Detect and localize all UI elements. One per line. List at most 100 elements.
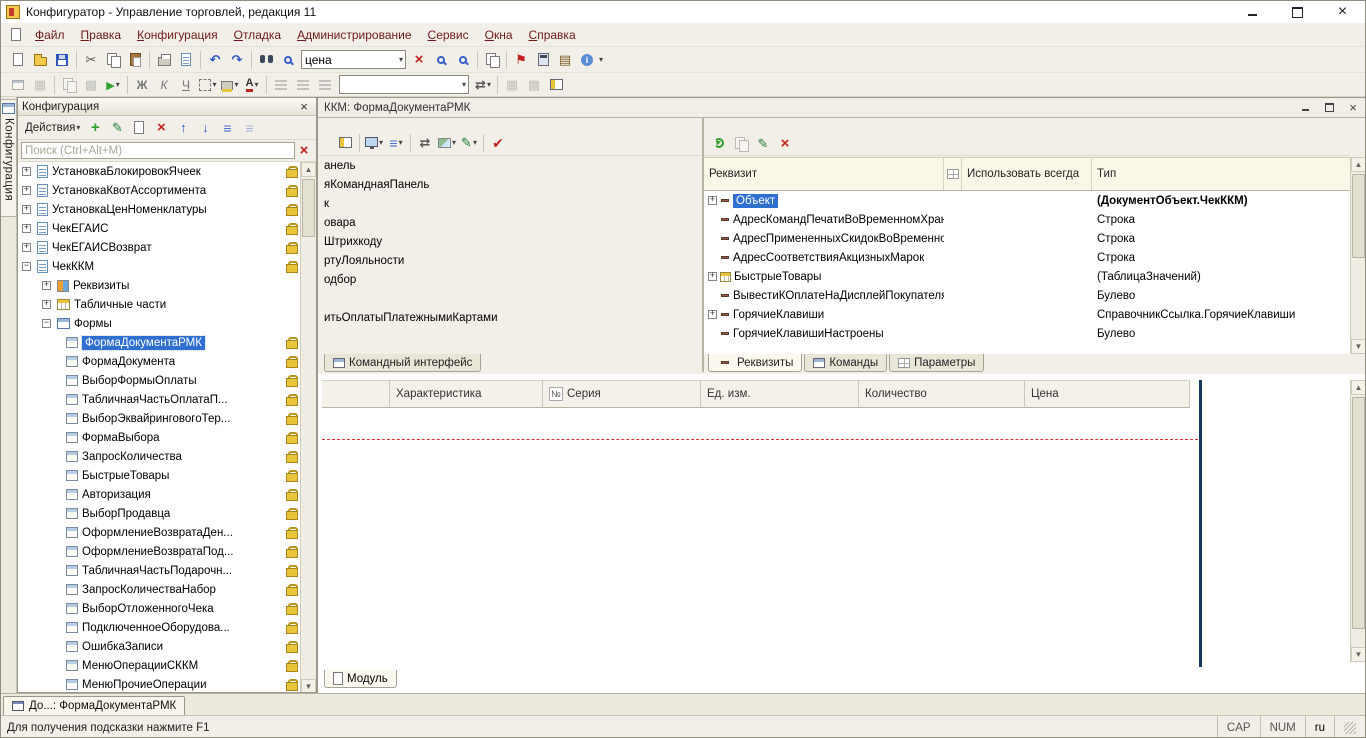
tree-search-input[interactable]	[21, 142, 295, 159]
actions-menu-button[interactable]: Действия	[21, 120, 84, 136]
main-attribute-column-icon[interactable]	[944, 158, 962, 190]
attribute-row[interactable]: ВывестиКОплатеНаДисплейПокупателя Булево	[704, 286, 1350, 305]
form-tree-item[interactable]: овара	[318, 213, 702, 232]
tree-item[interactable]: ЧекЕГАИС	[18, 219, 316, 238]
copy-icon[interactable]	[102, 50, 124, 70]
tree-item[interactable]: Реквизиты	[18, 276, 316, 295]
document-menu-icon[interactable]	[5, 25, 27, 45]
check-form-icon[interactable]	[487, 133, 509, 153]
scrollbar-thumb[interactable]	[1352, 397, 1365, 629]
tree-item[interactable]: ОформлениеВозвратаПод...	[18, 542, 316, 561]
attribute-row[interactable]: АдресКомандПечатиВоВременномХрани... Стр…	[704, 210, 1350, 229]
expand-icon[interactable]	[708, 272, 717, 281]
grid-view-icon[interactable]	[501, 75, 523, 95]
expand-icon[interactable]	[708, 196, 717, 205]
expand-icon[interactable]	[22, 205, 31, 214]
copy-attribute-icon[interactable]	[730, 133, 752, 153]
expand-icon[interactable]	[22, 186, 31, 195]
layers-icon[interactable]	[523, 75, 545, 95]
font-color-icon[interactable]: А	[241, 75, 263, 95]
doc-minimize-button[interactable]	[1298, 102, 1312, 114]
windows-panel-icon[interactable]	[29, 75, 51, 95]
tree-item[interactable]: ЗапросКоличестваНабор	[18, 580, 316, 599]
scroll-down-icon[interactable]: ▼	[301, 679, 316, 692]
tree-item[interactable]: ЧекККМ	[18, 257, 316, 276]
close-button[interactable]	[1320, 1, 1365, 23]
form-tree-item[interactable]: яКоманднаяПанель	[318, 175, 702, 194]
column-attribute[interactable]: Реквизит	[704, 158, 944, 190]
undo-icon[interactable]	[204, 50, 226, 70]
align-center-icon[interactable]	[292, 75, 314, 95]
borders-icon[interactable]	[197, 75, 219, 95]
edit-icon[interactable]	[106, 118, 128, 138]
tree-item[interactable]: ОшибкаЗаписи	[18, 637, 316, 656]
image-icon[interactable]	[436, 133, 458, 153]
db-config-icon[interactable]	[80, 75, 102, 95]
tab-attributes[interactable]: Реквизиты	[708, 354, 803, 372]
underline-icon[interactable]: Ч	[175, 75, 197, 95]
tab-commands[interactable]: Команды	[804, 354, 888, 372]
preview-col-series[interactable]: № Серия	[543, 380, 701, 408]
new-document-icon[interactable]	[7, 50, 29, 70]
scroll-up-icon[interactable]: ▲	[1351, 380, 1365, 395]
syntax-check-icon[interactable]	[510, 50, 532, 70]
delete-attribute-icon[interactable]	[774, 133, 796, 153]
tree-item[interactable]: ВыборОтложенногоЧека	[18, 599, 316, 618]
form-tree-item[interactable]: итьОплатыПлатежнымиКартами	[318, 308, 702, 327]
tree-item[interactable]: ЗапросКоличества	[18, 447, 316, 466]
tree-item-selected[interactable]: ФормаДокументаРМК	[18, 333, 316, 352]
attributes-scrollbar[interactable]: ▲ ▼	[1350, 157, 1365, 354]
bold-icon[interactable]: Ж	[131, 75, 153, 95]
scrollbar-thumb[interactable]	[1352, 174, 1365, 258]
tree-item[interactable]: ФормаВыбора	[18, 428, 316, 447]
language-indicator[interactable]: ru	[1304, 716, 1334, 737]
view-list-icon[interactable]	[385, 133, 407, 153]
menu-service[interactable]: Сервис	[420, 24, 477, 46]
preview-col-quantity[interactable]: Количество	[859, 380, 1025, 408]
tree-item[interactable]: УстановкаКвотАссортимента	[18, 181, 316, 200]
redo-icon[interactable]	[226, 50, 248, 70]
paste-icon[interactable]	[124, 50, 146, 70]
menu-administration[interactable]: Администрирование	[289, 24, 419, 46]
tab-module[interactable]: Модуль	[324, 670, 397, 688]
tree-item[interactable]: УстановкаБлокировокЯчеек	[18, 162, 316, 181]
form-boundary-line[interactable]	[1199, 380, 1202, 667]
new-window-icon[interactable]	[7, 75, 29, 95]
collapse-icon[interactable]	[22, 262, 31, 271]
tree-item[interactable]: МенюОперацииСККМ	[18, 656, 316, 675]
column-type[interactable]: Тип	[1092, 158, 1350, 190]
menu-file[interactable]: Файл	[27, 24, 73, 46]
tree-item[interactable]: Авторизация	[18, 485, 316, 504]
expand-icon[interactable]	[22, 243, 31, 252]
form-tree-item[interactable]: одбор	[318, 270, 702, 289]
arrow-style-icon[interactable]	[472, 75, 494, 95]
tab-order-icon[interactable]	[414, 133, 436, 153]
find-previous-icon[interactable]	[452, 50, 474, 70]
attribute-row-selected[interactable]: Объект (ДокументОбъект.ЧекККМ)	[704, 191, 1350, 210]
form-tree-item[interactable]: к	[318, 194, 702, 213]
form-tree-item[interactable]: ртуЛояльности	[318, 251, 702, 270]
tree-item[interactable]: МенюПрочиеОперации	[18, 675, 316, 692]
search-input[interactable]	[302, 52, 398, 67]
help-book-icon[interactable]	[554, 50, 576, 70]
menu-help[interactable]: Справка	[521, 24, 584, 46]
align-right-icon[interactable]	[314, 75, 336, 95]
tree-item[interactable]: БыстрыеТовары	[18, 466, 316, 485]
attribute-row[interactable]: АдресПримененныхСкидокВоВременно... Стро…	[704, 229, 1350, 248]
search-dropdown-icon[interactable]	[399, 55, 403, 64]
scroll-down-icon[interactable]: ▼	[1351, 647, 1365, 662]
duplicate-icon[interactable]	[481, 50, 503, 70]
tab-command-interface[interactable]: Командный интерфейс	[324, 354, 482, 372]
draw-line-icon[interactable]	[458, 133, 480, 153]
tree-item[interactable]: ВыборЭквайринговогоТер...	[18, 409, 316, 428]
expand-icon[interactable]	[22, 224, 31, 233]
tree-item[interactable]: ФормаДокумента	[18, 352, 316, 371]
scroll-down-icon[interactable]: ▼	[1351, 339, 1365, 354]
tree-item[interactable]: ВыборФормыОплаты	[18, 371, 316, 390]
form-tree-item[interactable]: анель	[318, 156, 702, 175]
minimize-button[interactable]	[1230, 1, 1275, 23]
tree-item[interactable]: ТабличнаяЧастьПодарочн...	[18, 561, 316, 580]
scroll-up-icon[interactable]: ▲	[301, 162, 316, 177]
attribute-row[interactable]: ГорячиеКлавиши СправочникСсылка.ГорячиеК…	[704, 305, 1350, 324]
tree-item[interactable]: ТабличнаяЧастьОплатаП...	[18, 390, 316, 409]
